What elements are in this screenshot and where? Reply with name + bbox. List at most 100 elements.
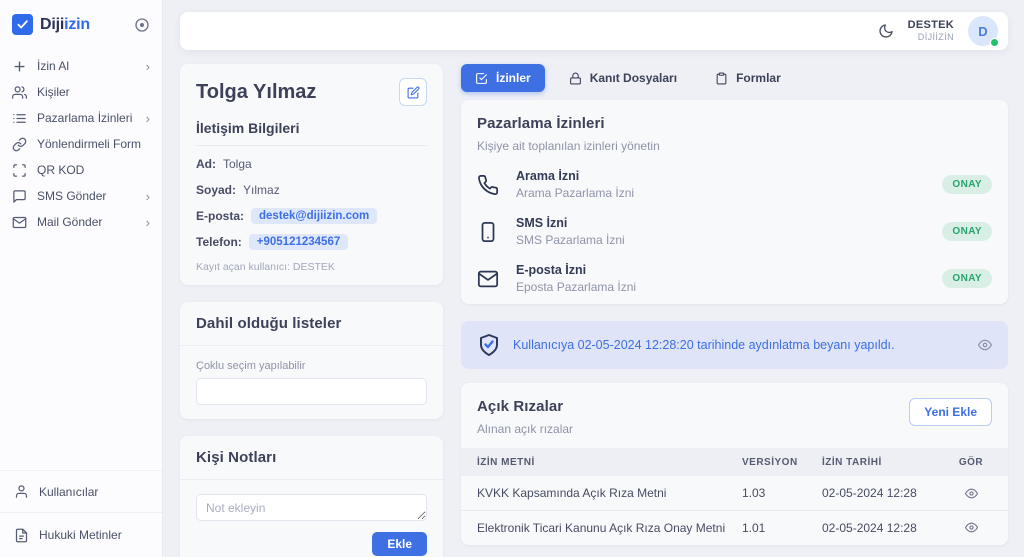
sidebar-item-label: İzin Al bbox=[37, 59, 69, 73]
field-telefon: Telefon: +905121234567 bbox=[196, 233, 427, 250]
consents-table-header: İZİN METNİ VERSİYON İZİN TARİHİ GÖR bbox=[461, 448, 1008, 476]
avatar[interactable]: D bbox=[968, 16, 998, 46]
permissions-card: Pazarlama İzinleri Kişiye ait toplanılan… bbox=[461, 100, 1008, 304]
sidebar-item-pazarlama-izinleri[interactable]: Pazarlama İzinleri › bbox=[0, 105, 162, 131]
permission-desc: Arama Pazarlama İzni bbox=[516, 186, 634, 200]
profile-card: Tolga Yılmaz İletişim Bilgileri Ad: Tolg… bbox=[180, 64, 443, 285]
column-header: İZİN METNİ bbox=[477, 457, 742, 468]
right-column: İzinler Kanıt Dosyaları Formlar bbox=[461, 64, 1008, 557]
permissions-subtitle: Kişiye ait toplanılan izinleri yönetin bbox=[477, 139, 992, 153]
dark-mode-moon-icon[interactable] bbox=[878, 23, 894, 39]
status-badge: ONAY bbox=[942, 222, 992, 241]
tab-kanit-dosyalari[interactable]: Kanıt Dosyaları bbox=[555, 64, 691, 92]
permissions-title: Pazarlama İzinleri bbox=[477, 115, 992, 132]
sidebar-item-mail-gonder[interactable]: Mail Gönder › bbox=[0, 209, 162, 235]
consent-banner-text: Kullanıcıya 02-05-2024 12:28:20 tarihind… bbox=[513, 338, 895, 352]
brand-name-primary: Diji bbox=[40, 16, 64, 33]
consent-version: 1.03 bbox=[742, 486, 822, 500]
list-icon bbox=[12, 111, 27, 126]
banner-eye-icon[interactable] bbox=[978, 338, 992, 352]
sidebar-item-label: Mail Gönder bbox=[37, 215, 102, 229]
add-note-button[interactable]: Ekle bbox=[372, 532, 427, 556]
lists-card-title: Dahil olduğu listeler bbox=[196, 315, 427, 332]
permission-row-eposta: E-posta İzni Eposta Pazarlama İzni ONAY bbox=[477, 263, 992, 294]
field-label: Soyad: bbox=[196, 183, 236, 197]
phone-icon bbox=[477, 174, 501, 196]
document-icon bbox=[14, 528, 29, 543]
notes-card-title: Kişi Notları bbox=[196, 449, 427, 466]
lists-select-input[interactable] bbox=[196, 378, 427, 405]
lists-card: Dahil olduğu listeler Çoklu seçim yapıla… bbox=[180, 302, 443, 419]
main-area: DESTEK DİJİİZİN D Tolga Yılmaz İl bbox=[163, 0, 1024, 557]
sidebar-item-label: Kullanıcılar bbox=[39, 485, 98, 499]
edit-profile-button[interactable] bbox=[399, 78, 427, 106]
tab-izinler[interactable]: İzinler bbox=[461, 64, 545, 92]
sidebar-item-qr-kod[interactable]: QR KOD bbox=[0, 157, 162, 183]
view-consent-eye-icon[interactable] bbox=[965, 521, 978, 534]
field-label: Ad: bbox=[196, 157, 216, 171]
field-label: E-posta: bbox=[196, 209, 244, 223]
chevron-right-icon: › bbox=[146, 112, 150, 125]
permission-desc: SMS Pazarlama İzni bbox=[516, 233, 625, 247]
logo: Dijiizin bbox=[0, 0, 162, 45]
note-input[interactable] bbox=[196, 494, 427, 521]
topbar: DESTEK DİJİİZİN D bbox=[180, 12, 1008, 50]
qr-scan-icon bbox=[12, 163, 27, 178]
field-value: Yılmaz bbox=[243, 183, 280, 197]
user-icon bbox=[14, 484, 29, 499]
brand-checkbox-icon bbox=[12, 14, 33, 35]
tab-formlar[interactable]: Formlar bbox=[701, 64, 795, 92]
chevron-right-icon: › bbox=[146, 216, 150, 229]
content: Tolga Yılmaz İletişim Bilgileri Ad: Tolg… bbox=[180, 64, 1008, 557]
brand-name: Dijiizin bbox=[40, 16, 90, 34]
shield-check-icon bbox=[477, 333, 501, 357]
sidebar-item-label: Hukuki Metinler bbox=[39, 528, 122, 542]
permission-title: E-posta İzni bbox=[516, 263, 636, 277]
created-by-note: Kayıt açan kullanıcı: DESTEK bbox=[196, 261, 427, 273]
notes-card: Kişi Notları Ekle Henüz not eklenmemiş bbox=[180, 436, 443, 557]
tab-label: Kanıt Dosyaları bbox=[590, 71, 677, 85]
left-column: Tolga Yılmaz İletişim Bilgileri Ad: Tolg… bbox=[180, 64, 443, 557]
add-consent-button[interactable]: Yeni Ekle bbox=[909, 398, 992, 426]
sidebar-item-label: Kişiler bbox=[37, 85, 70, 99]
sidebar-collapse-icon[interactable] bbox=[134, 17, 150, 33]
online-status-dot bbox=[990, 38, 999, 47]
consents-subtitle: Alınan açık rızalar bbox=[477, 422, 573, 436]
permission-title: Arama İzni bbox=[516, 169, 634, 183]
sidebar-item-hukuki-metinler[interactable]: Hukuki Metinler bbox=[0, 512, 162, 557]
table-row: KVKK Kapsamında Açık Rıza Metni 1.03 02-… bbox=[461, 476, 1008, 510]
column-header: GÖR bbox=[950, 457, 992, 468]
field-value: Tolga bbox=[223, 157, 252, 171]
column-header: VERSİYON bbox=[742, 457, 822, 468]
link-icon bbox=[12, 137, 27, 152]
consent-date: 02-05-2024 12:28 bbox=[822, 486, 950, 500]
sidebar-item-izin-al[interactable]: İzin Al › bbox=[0, 53, 162, 79]
field-eposta: E-posta: destek@dijiizin.com bbox=[196, 207, 427, 224]
sidebar-item-label: QR KOD bbox=[37, 163, 84, 177]
status-badge: ONAY bbox=[942, 175, 992, 194]
tab-label: İzinler bbox=[496, 71, 531, 85]
envelope-icon bbox=[477, 268, 501, 290]
check-square-icon bbox=[475, 72, 488, 85]
sidebar-item-kullanicilar[interactable]: Kullanıcılar bbox=[0, 470, 162, 512]
sidebar-item-sms-gonder[interactable]: SMS Gönder › bbox=[0, 183, 162, 209]
user-meta: DESTEK DİJİİZİN bbox=[908, 19, 954, 43]
sidebar-item-kisiler[interactable]: Kişiler bbox=[0, 79, 162, 105]
sidebar-item-label: Yönlendirmeli Form bbox=[37, 137, 141, 151]
chat-icon bbox=[12, 189, 27, 204]
plus-icon bbox=[12, 59, 27, 74]
permission-desc: Eposta Pazarlama İzni bbox=[516, 280, 636, 294]
view-consent-eye-icon[interactable] bbox=[965, 487, 978, 500]
consents-title: Açık Rızalar bbox=[477, 398, 573, 415]
mail-icon bbox=[12, 215, 27, 230]
sidebar-item-label: SMS Gönder bbox=[37, 189, 106, 203]
topbar-user-org: DİJİİZİN bbox=[908, 32, 954, 43]
consent-banner: Kullanıcıya 02-05-2024 12:28:20 tarihind… bbox=[461, 321, 1008, 369]
multi-select-hint: Çoklu seçim yapılabilir bbox=[196, 360, 427, 372]
chevron-right-icon: › bbox=[146, 190, 150, 203]
sidebar-item-yonlendirmeli-form[interactable]: Yönlendirmeli Form bbox=[0, 131, 162, 157]
smartphone-icon bbox=[477, 221, 501, 243]
column-header: İZİN TARİHİ bbox=[822, 457, 950, 468]
email-chip: destek@dijiizin.com bbox=[251, 208, 377, 224]
contact-section-title: İletişim Bilgileri bbox=[196, 120, 427, 146]
